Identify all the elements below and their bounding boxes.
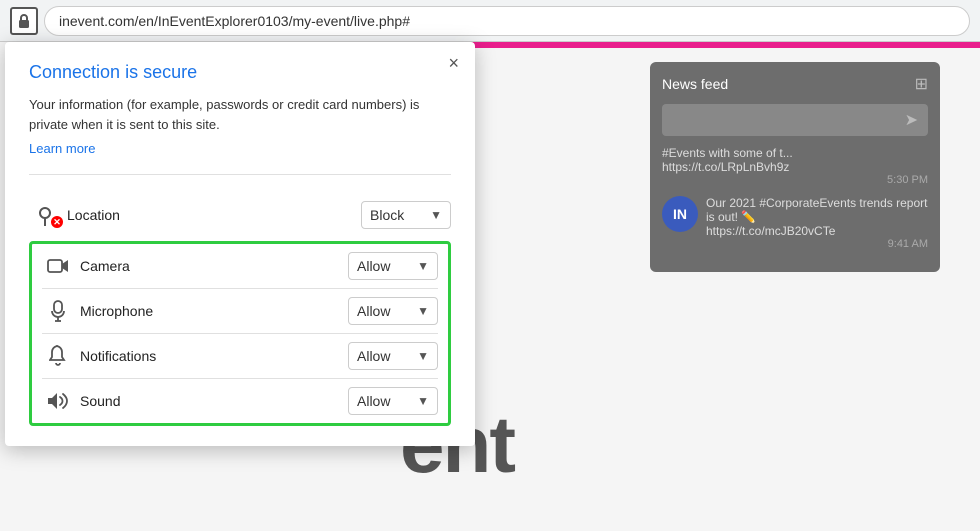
divider (29, 174, 451, 175)
send-icon: ➤ (905, 110, 918, 130)
notifications-select[interactable]: Allow ▼ (348, 342, 438, 370)
chevron-down-icon: ▼ (417, 259, 429, 273)
camera-label: Camera (80, 258, 348, 274)
sound-label: Sound (80, 393, 348, 409)
news-item-2-text: Our 2021 #CorporateEvents trends report … (706, 196, 928, 238)
microphone-icon (42, 300, 74, 322)
learn-more-link[interactable]: Learn more (29, 141, 95, 156)
notifications-row: Notifications Allow ▼ (32, 334, 448, 378)
camera-icon (42, 258, 74, 274)
news-item-1: #Events with some of t...https://t.co/LR… (662, 146, 928, 186)
location-select[interactable]: Block ▼ (361, 201, 451, 229)
avatar: IN (662, 196, 698, 232)
security-popup: × Connection is secure Your information … (5, 42, 475, 446)
microphone-value: Allow (357, 303, 390, 319)
close-button[interactable]: × (448, 54, 459, 72)
bell-icon (42, 345, 74, 367)
chevron-down-icon: ▼ (417, 304, 429, 318)
camera-value: Allow (357, 258, 390, 274)
news-feed-title: News feed (662, 76, 728, 92)
microphone-label: Microphone (80, 303, 348, 319)
notifications-label: Notifications (80, 348, 348, 364)
microphone-select[interactable]: Allow ▼ (348, 297, 438, 325)
chevron-down-icon: ▼ (430, 208, 442, 222)
news-item-1-text: #Events with some of t...https://t.co/LR… (662, 146, 928, 174)
sound-value: Allow (357, 393, 390, 409)
location-icon: ✕ (29, 204, 61, 226)
block-indicator: ✕ (51, 216, 63, 228)
sound-select[interactable]: Allow ▼ (348, 387, 438, 415)
browser-bar (0, 0, 980, 42)
location-label: Location (67, 207, 361, 223)
pink-bar (460, 42, 980, 48)
popup-title: Connection is secure (29, 62, 451, 83)
lock-icon (10, 7, 38, 35)
content-area: ent News feed ⊞ ➤ #Events with some of t… (0, 42, 980, 531)
location-value: Block (370, 207, 404, 223)
chevron-down-icon: ▼ (417, 349, 429, 363)
camera-row: Camera Allow ▼ (32, 244, 448, 288)
news-item-1-time: 5:30 PM (662, 174, 928, 186)
news-feed-search-bar[interactable]: ➤ (662, 104, 928, 136)
news-feed-panel: News feed ⊞ ➤ #Events with some of t...h… (650, 62, 940, 272)
notifications-value: Allow (357, 348, 390, 364)
location-row: ✕ Location Block ▼ (29, 191, 451, 239)
popup-description: Your information (for example, passwords… (29, 95, 451, 134)
camera-select[interactable]: Allow ▼ (348, 252, 438, 280)
news-feed-settings-icon[interactable]: ⊞ (915, 74, 928, 94)
news-item-2-time: 9:41 AM (706, 238, 928, 250)
news-item-2: IN Our 2021 #CorporateEvents trends repo… (662, 196, 928, 250)
highlighted-permissions-box: Camera Allow ▼ Microphone (29, 241, 451, 426)
chevron-down-icon: ▼ (417, 394, 429, 408)
news-feed-header: News feed ⊞ (662, 74, 928, 94)
sound-icon (42, 392, 74, 410)
microphone-row: Microphone Allow ▼ (32, 289, 448, 333)
url-bar[interactable] (44, 6, 970, 36)
sound-row: Sound Allow ▼ (32, 379, 448, 423)
